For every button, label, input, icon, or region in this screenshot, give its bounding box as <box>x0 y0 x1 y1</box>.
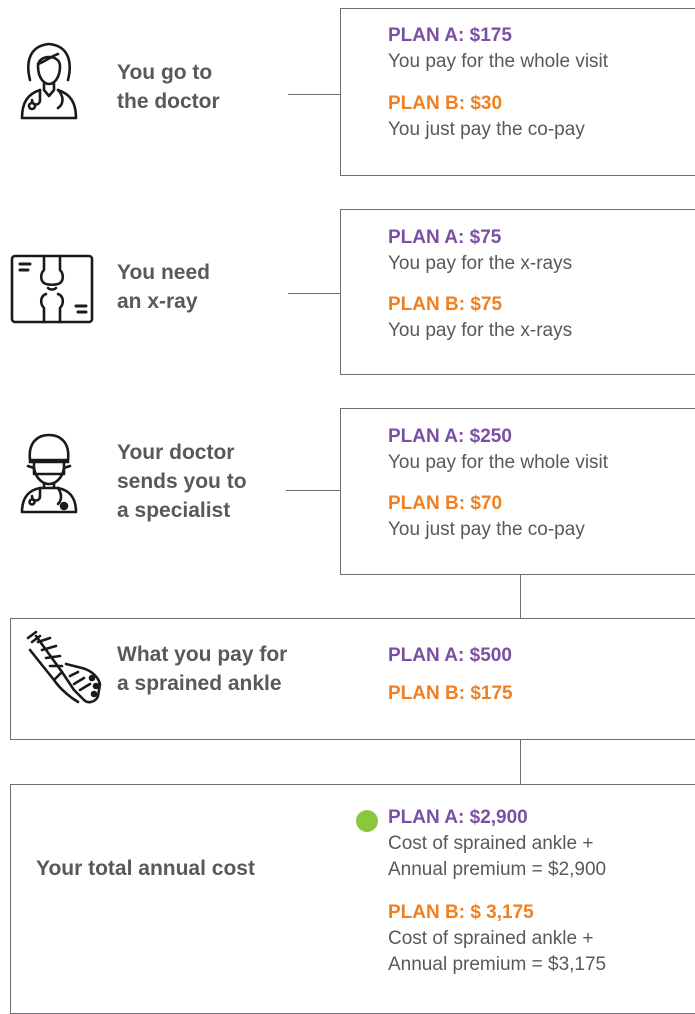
plan-a-xray: PLAN A: $75 You pay for the x-rays <box>388 227 573 274</box>
plan-a-ankle: PLAN A: $500 <box>388 645 512 666</box>
plan-a-total: PLAN A: $2,900 Cost of sprained ankle + … <box>388 807 607 880</box>
ankle-box <box>10 618 695 740</box>
plan-b-ankle: PLAN B: $175 <box>388 683 513 704</box>
plan-a-doctor: PLAN A: $175 You pay for the whole visit <box>388 25 609 72</box>
plan-b-specialist: PLAN B: $70 You just pay the co-pay <box>388 493 585 540</box>
total-label: Your total annual cost <box>36 857 255 880</box>
doctor-icon <box>18 40 80 125</box>
xray-icon <box>10 254 94 329</box>
step-label-ankle: What you pay for a sprained ankle <box>117 643 288 695</box>
connector-line-vertical <box>520 740 521 785</box>
specialist-icon <box>18 432 80 519</box>
connector-line <box>288 94 341 95</box>
plan-b-total: PLAN B: $ 3,175 Cost of sprained ankle +… <box>388 902 607 975</box>
connector-line-vertical <box>520 575 521 619</box>
connector-line <box>288 293 341 294</box>
plan-a-specialist: PLAN A: $250 You pay for the whole visit <box>388 426 609 473</box>
plan-b-doctor: PLAN B: $30 You just pay the co-pay <box>388 93 585 140</box>
recommended-indicator <box>356 810 378 832</box>
plan-b-xray: PLAN B: $75 You pay for the x-rays <box>388 294 573 341</box>
connector-line <box>286 490 341 491</box>
cast-leg-icon <box>22 628 104 713</box>
step-label-specialist: Your doctor sends you to a specialist <box>117 441 247 522</box>
step-label-doctor: You go to the doctor <box>117 61 220 113</box>
step-label-xray: You need an x-ray <box>117 261 210 313</box>
